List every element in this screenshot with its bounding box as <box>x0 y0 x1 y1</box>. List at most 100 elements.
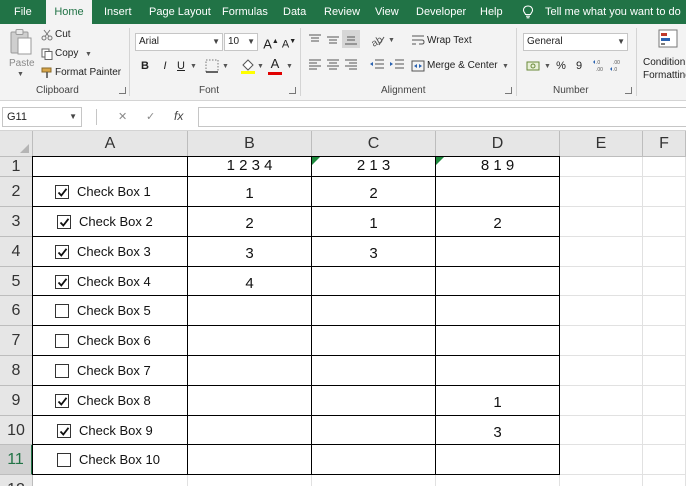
cell-d8[interactable] <box>436 356 560 386</box>
underline-dropdown-icon[interactable]: ▼ <box>190 63 197 70</box>
cell-b6[interactable] <box>188 296 312 326</box>
cell-b12[interactable] <box>188 475 312 486</box>
cell-f11[interactable] <box>643 445 686 475</box>
cell-c10[interactable] <box>312 416 436 445</box>
orientation-dropdown-icon[interactable]: ▼ <box>388 37 395 44</box>
cell-b5[interactable]: 4 <box>188 267 312 296</box>
tab-review[interactable]: Review <box>324 0 360 24</box>
bold-button[interactable]: B <box>136 57 154 75</box>
cell-c4[interactable]: 3 <box>312 237 436 267</box>
cell-c12[interactable] <box>312 475 436 486</box>
tab-insert[interactable]: Insert <box>104 0 132 24</box>
cell-e1[interactable] <box>560 157 643 177</box>
align-left-icon[interactable] <box>308 59 322 71</box>
tab-help[interactable]: Help <box>480 0 503 24</box>
check-box-1[interactable]: Check Box 1 <box>55 183 175 203</box>
error-indicator-icon[interactable] <box>436 157 444 165</box>
merge-center-button[interactable]: Merge & Center <box>427 60 498 71</box>
column-header-e[interactable]: E <box>560 131 643 157</box>
copy-dropdown-icon[interactable]: ▼ <box>85 51 92 58</box>
cell-b2[interactable]: 1 <box>188 177 312 207</box>
cell-d12[interactable] <box>436 475 560 486</box>
cell-c5[interactable] <box>312 267 436 296</box>
cell-c11[interactable] <box>312 445 436 475</box>
font-size-select[interactable]: 10 ▼ <box>224 33 258 51</box>
cell-f8[interactable] <box>643 356 686 386</box>
column-header-f[interactable]: F <box>643 131 686 157</box>
paste-icon[interactable] <box>9 28 33 56</box>
checkbox-square[interactable] <box>57 424 71 438</box>
paste-label[interactable]: Paste <box>9 58 35 69</box>
cell-e6[interactable] <box>560 296 643 326</box>
alignment-launcher-icon[interactable] <box>505 87 512 94</box>
tell-me-search[interactable]: Tell me what you want to do <box>545 0 681 24</box>
font-family-select[interactable]: Arial ▼ <box>135 33 223 51</box>
orientation-icon[interactable]: ab <box>370 33 386 47</box>
grow-font-button[interactable]: A▲ <box>262 33 280 51</box>
merge-center-dropdown-icon[interactable]: ▼ <box>502 63 509 70</box>
cell-f9[interactable] <box>643 386 686 416</box>
conditional-formatting-label-1[interactable]: Condition <box>643 57 685 68</box>
tab-page-layout[interactable]: Page Layout <box>149 0 211 24</box>
row-header-4[interactable]: 4 <box>0 237 33 267</box>
cell-f10[interactable] <box>643 416 686 445</box>
tab-developer[interactable]: Developer <box>416 0 466 24</box>
cell-c9[interactable] <box>312 386 436 416</box>
fill-color-icon[interactable] <box>240 57 256 75</box>
enter-icon[interactable]: ✓ <box>146 110 155 123</box>
fill-color-dropdown-icon[interactable]: ▼ <box>257 63 264 70</box>
checkbox-square[interactable] <box>55 245 69 259</box>
cell-d5[interactable] <box>436 267 560 296</box>
row-header-6[interactable]: 6 <box>0 296 33 326</box>
cell-d6[interactable] <box>436 296 560 326</box>
check-box-6[interactable]: Check Box 6 <box>55 332 175 352</box>
wrap-text-button[interactable]: Wrap Text <box>427 35 472 46</box>
cell-c8[interactable] <box>312 356 436 386</box>
check-box-5[interactable]: Check Box 5 <box>55 302 175 322</box>
increase-indent-icon[interactable] <box>389 59 405 71</box>
conditional-formatting-label-2[interactable]: Formatting <box>643 70 686 81</box>
tab-file[interactable]: File <box>14 0 32 24</box>
cell-e9[interactable] <box>560 386 643 416</box>
shrink-font-button[interactable]: A▼ <box>280 33 298 51</box>
top-align-icon[interactable] <box>308 34 322 46</box>
middle-align-icon[interactable] <box>326 34 340 46</box>
checkbox-square[interactable] <box>55 364 69 378</box>
checkbox-square[interactable] <box>55 304 69 318</box>
cell-b3[interactable]: 2 <box>188 207 312 237</box>
cell-b4[interactable]: 3 <box>188 237 312 267</box>
cell-d1[interactable]: 8 1 9 <box>436 156 560 177</box>
cell-e4[interactable] <box>560 237 643 267</box>
cell-a12[interactable] <box>33 475 188 486</box>
borders-icon[interactable] <box>205 59 219 73</box>
font-color-dropdown-icon[interactable]: ▼ <box>286 63 293 70</box>
cell-e3[interactable] <box>560 207 643 237</box>
check-box-2[interactable]: Check Box 2 <box>57 213 177 233</box>
cell-f4[interactable] <box>643 237 686 267</box>
cell-b9[interactable] <box>188 386 312 416</box>
row-header-1[interactable]: 1 <box>0 157 33 177</box>
cell-e8[interactable] <box>560 356 643 386</box>
comma-style-button[interactable]: 9 <box>570 57 588 75</box>
cell-d3[interactable]: 2 <box>436 207 560 237</box>
cell-b7[interactable] <box>188 326 312 356</box>
cell-d11[interactable] <box>436 445 560 475</box>
column-header-a[interactable]: A <box>33 131 188 157</box>
row-header-3[interactable]: 3 <box>0 207 33 237</box>
cancel-icon[interactable]: ✕ <box>118 110 127 123</box>
copy-button[interactable]: Copy <box>55 48 78 59</box>
cell-c1[interactable]: 2 1 3 <box>312 156 436 177</box>
check-box-3[interactable]: Check Box 3 <box>55 243 175 263</box>
cell-c7[interactable] <box>312 326 436 356</box>
decrease-indent-icon[interactable] <box>369 59 385 71</box>
cell-e10[interactable] <box>560 416 643 445</box>
clipboard-launcher-icon[interactable] <box>119 87 126 94</box>
row-header-12[interactable]: 12 <box>0 475 33 486</box>
cell-d7[interactable] <box>436 326 560 356</box>
select-all-button[interactable] <box>0 131 33 157</box>
check-box-9[interactable]: Check Box 9 <box>57 422 177 442</box>
cell-d9[interactable]: 1 <box>436 386 560 416</box>
cell-a1[interactable] <box>32 156 188 177</box>
cell-f7[interactable] <box>643 326 686 356</box>
underline-button[interactable]: U <box>172 57 190 75</box>
